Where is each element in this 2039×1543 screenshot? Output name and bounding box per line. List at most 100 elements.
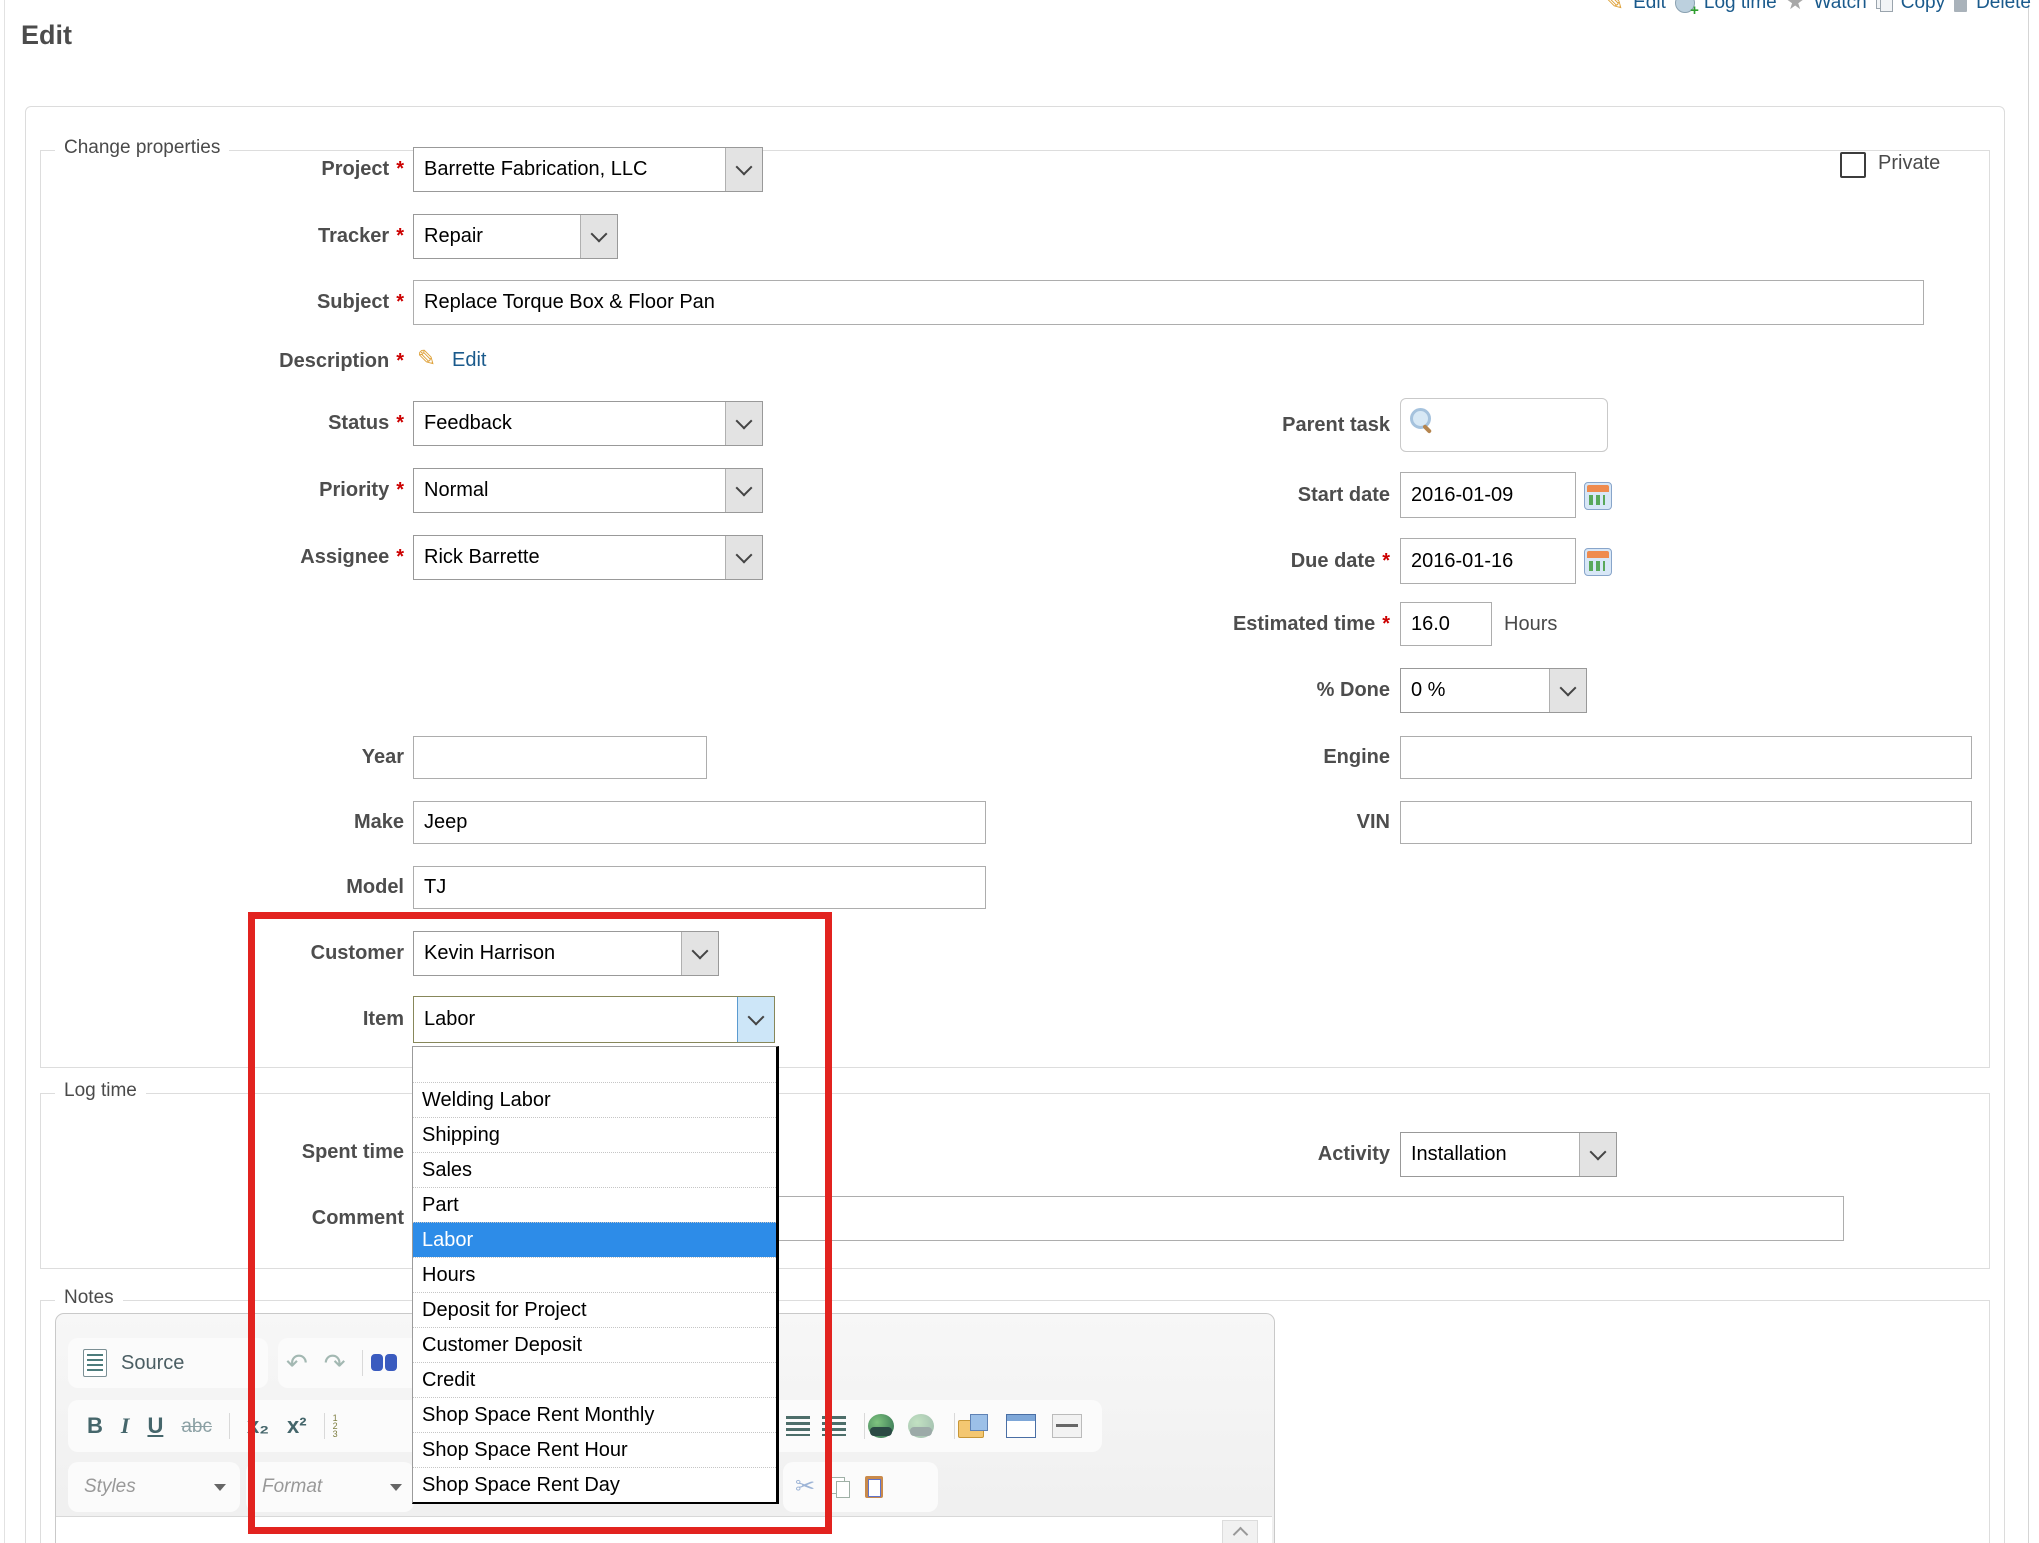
- estimated-time-input[interactable]: 16.0: [1400, 602, 1492, 646]
- log-time-link[interactable]: Log time: [1704, 0, 1777, 14]
- dropdown-option[interactable]: Deposit for Project: [413, 1292, 776, 1327]
- dropdown-option-selected[interactable]: Labor: [413, 1222, 776, 1257]
- search-icon: [1410, 408, 1431, 429]
- link-icon[interactable]: [868, 1414, 894, 1438]
- dropdown-option[interactable]: Welding Labor: [413, 1082, 776, 1117]
- editor-scrollbar-up[interactable]: [1222, 1520, 1258, 1543]
- dropdown-option[interactable]: Credit: [413, 1362, 776, 1397]
- private-checkbox[interactable]: [1840, 152, 1866, 178]
- chevron-down-icon: [725, 148, 762, 191]
- notes-legend: Notes: [55, 1287, 123, 1309]
- edit-pencil-icon: ✎: [1605, 0, 1624, 14]
- source-icon: [83, 1349, 107, 1377]
- dropdown-option[interactable]: Shop Space Rent Monthly: [413, 1397, 776, 1432]
- contextual-actions: ✎ Edit Log time ★ Watch Copy Delete: [1605, 0, 2031, 14]
- model-input[interactable]: TJ: [413, 866, 986, 909]
- description-edit-link[interactable]: Edit: [452, 349, 486, 372]
- chevron-up-icon: [1232, 1527, 1248, 1543]
- status-label: Status*: [0, 401, 404, 446]
- watch-star-icon: ★: [1786, 0, 1805, 13]
- italic-button[interactable]: I: [112, 1415, 139, 1437]
- due-date-label: Due date*: [986, 538, 1390, 584]
- year-input[interactable]: [413, 736, 707, 779]
- project-label: Project*: [0, 147, 404, 192]
- parent-task-input[interactable]: [1400, 398, 1608, 452]
- toolbar-separator: [864, 1413, 865, 1439]
- toolbar-separator: [229, 1413, 230, 1439]
- due-date-input[interactable]: 2016-01-16: [1400, 538, 1576, 584]
- parent-task-label: Parent task: [986, 398, 1390, 452]
- calendar-icon[interactable]: [1584, 548, 1612, 576]
- dropdown-option[interactable]: Part: [413, 1187, 776, 1222]
- description-pencil-icon: ✎: [417, 347, 436, 370]
- content-right-border: [2028, 0, 2029, 1543]
- dropdown-option[interactable]: [413, 1047, 776, 1082]
- dropdown-option[interactable]: Shop Space Rent Day: [413, 1467, 776, 1502]
- issue-edit-page: ✎ Edit Log time ★ Watch Copy Delete Edit…: [0, 0, 2039, 1543]
- priority-label: Priority*: [0, 468, 404, 513]
- percent-done-label: % Done: [986, 668, 1390, 713]
- chevron-down-icon: [1549, 669, 1586, 712]
- status-select[interactable]: Feedback: [413, 401, 763, 446]
- strikethrough-button[interactable]: abc: [172, 1417, 221, 1436]
- copy-link[interactable]: Copy: [1901, 0, 1945, 14]
- estimated-time-label: Estimated time*: [986, 602, 1390, 646]
- subject-label: Subject*: [0, 280, 404, 325]
- make-label: Make: [0, 801, 404, 844]
- chevron-down-icon: [580, 215, 617, 258]
- assignee-select[interactable]: Rick Barrette: [413, 535, 763, 580]
- tracker-label: Tracker*: [0, 214, 404, 259]
- watch-link[interactable]: Watch: [1814, 0, 1867, 14]
- model-label: Model: [0, 866, 404, 909]
- start-date-input[interactable]: 2016-01-09: [1400, 472, 1576, 518]
- tracker-select[interactable]: Repair: [413, 214, 618, 259]
- styles-dropdown[interactable]: Styles: [68, 1462, 240, 1512]
- chevron-down-icon: [725, 469, 762, 512]
- estimated-time-units: Hours: [1504, 602, 1557, 646]
- year-label: Year: [0, 736, 404, 779]
- calendar-icon[interactable]: [1584, 482, 1612, 510]
- edit-link[interactable]: Edit: [1633, 0, 1666, 14]
- activity-label: Activity: [986, 1132, 1390, 1177]
- copy-icon: [1876, 0, 1892, 11]
- insert-image-icon[interactable]: [958, 1414, 988, 1438]
- make-input[interactable]: Jeep: [413, 801, 986, 844]
- engine-input[interactable]: [1400, 736, 1972, 779]
- item-dropdown-list: Welding Labor Shipping Sales Part Labor …: [412, 1046, 779, 1504]
- chevron-down-icon: [1579, 1133, 1616, 1176]
- log-time-clock-icon: [1675, 0, 1695, 13]
- start-date-label: Start date: [986, 472, 1390, 518]
- project-select[interactable]: Barrette Fabrication, LLC: [413, 147, 763, 192]
- paste-clipboard-icon[interactable]: [865, 1476, 883, 1498]
- unlink-icon[interactable]: [908, 1414, 934, 1438]
- source-button[interactable]: Source: [121, 1352, 184, 1375]
- chevron-down-icon: [725, 402, 762, 445]
- priority-select[interactable]: Normal: [413, 468, 763, 513]
- dropdown-option[interactable]: Shipping: [413, 1117, 776, 1152]
- delete-link[interactable]: Delete: [1976, 0, 2031, 14]
- source-toolbar-group: Source: [68, 1338, 268, 1388]
- log-time-legend: Log time: [55, 1080, 146, 1102]
- page-title: Edit: [21, 20, 72, 51]
- dropdown-option[interactable]: Hours: [413, 1257, 776, 1292]
- chevron-down-icon: [725, 536, 762, 579]
- copy-pages-icon[interactable]: [831, 1477, 849, 1497]
- dropdown-option[interactable]: Customer Deposit: [413, 1327, 776, 1362]
- horizontal-rule-icon[interactable]: [1052, 1414, 1082, 1438]
- activity-select[interactable]: Installation: [1400, 1132, 1617, 1177]
- vin-label: VIN: [986, 801, 1390, 844]
- insert-table-icon[interactable]: [1006, 1414, 1036, 1438]
- subject-input[interactable]: Replace Torque Box & Floor Pan: [413, 280, 1924, 325]
- private-label: Private: [1878, 146, 1940, 180]
- delete-trash-icon: [1954, 0, 1967, 12]
- chevron-down-icon: [214, 1484, 226, 1491]
- assignee-label: Assignee*: [0, 535, 404, 580]
- description-label: Description*: [0, 346, 404, 376]
- percent-done-select[interactable]: 0 %: [1400, 668, 1587, 713]
- dropdown-option[interactable]: Shop Space Rent Hour: [413, 1432, 776, 1467]
- underline-button[interactable]: U: [138, 1415, 172, 1437]
- vin-input[interactable]: [1400, 801, 1972, 844]
- bold-button[interactable]: B: [78, 1415, 112, 1437]
- toolbar-separator: [954, 1413, 955, 1439]
- dropdown-option[interactable]: Sales: [413, 1152, 776, 1187]
